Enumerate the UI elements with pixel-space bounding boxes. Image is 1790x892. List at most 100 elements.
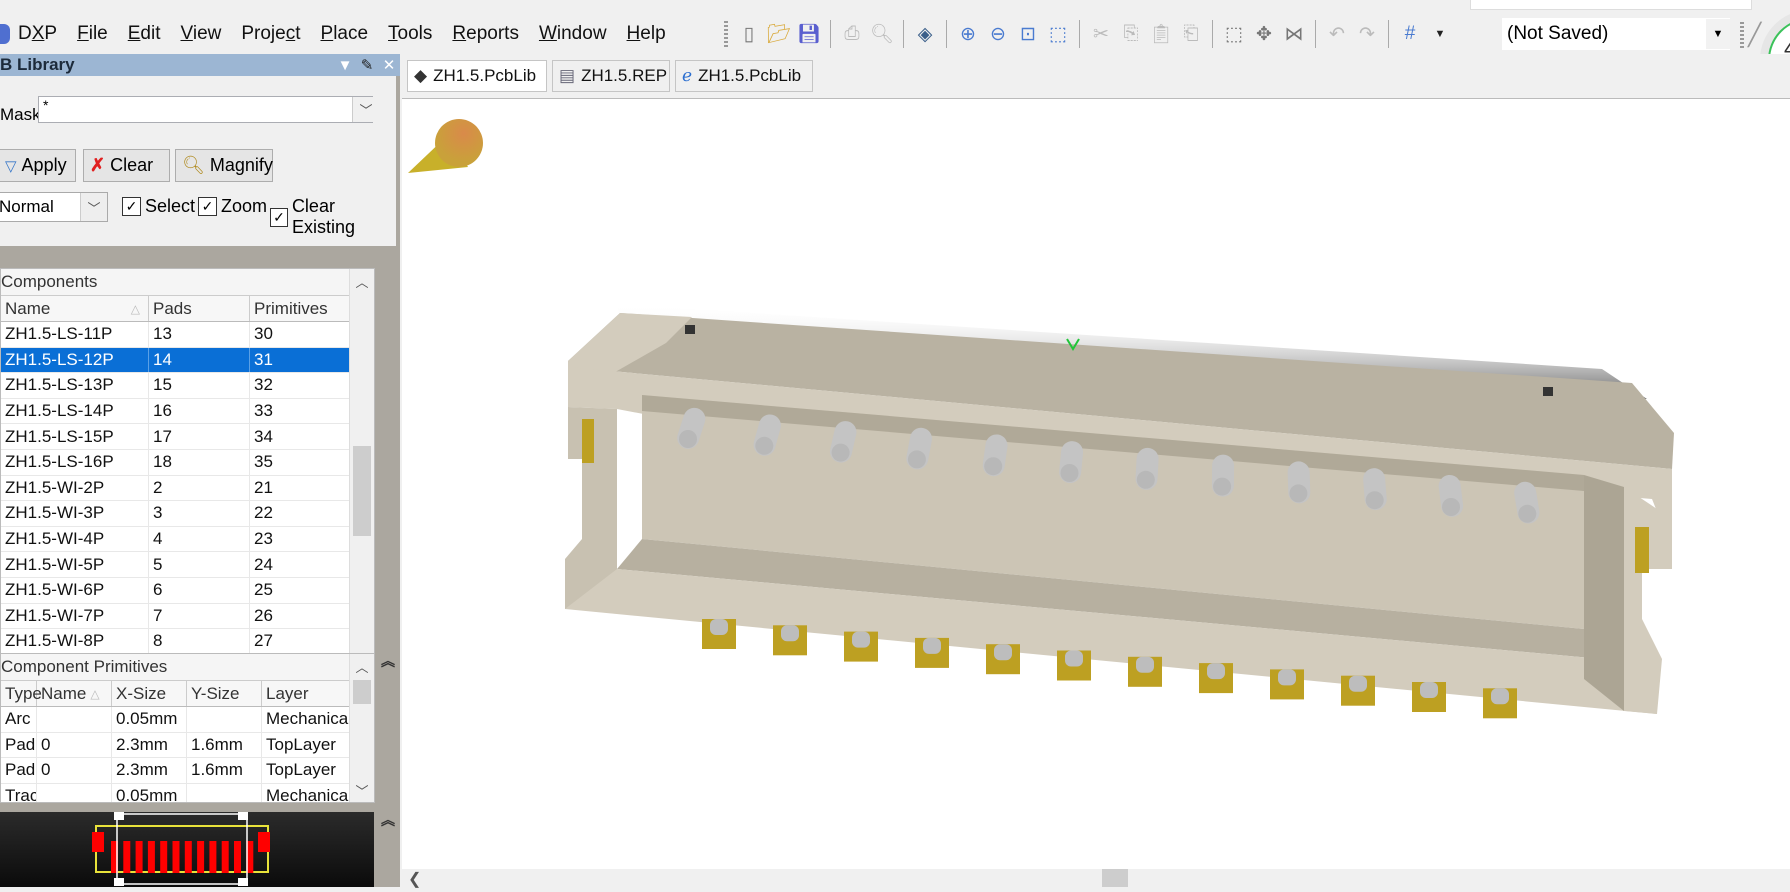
- menu-tools[interactable]: Tools: [378, 23, 442, 45]
- component-row[interactable]: ZH1.5-LS-11P 13 30: [1, 322, 351, 348]
- chevron-down-icon[interactable]: ▼: [1706, 19, 1730, 49]
- cut-icon[interactable]: ✂: [1086, 20, 1116, 48]
- copy-icon[interactable]: ⎘: [1116, 20, 1146, 48]
- clear-existing-checkbox[interactable]: ✓ Clear Existing: [270, 196, 396, 238]
- rubber-stamp-icon[interactable]: ⎗: [1176, 20, 1206, 48]
- primitives-scrollbar[interactable]: ︿ ﹀: [349, 654, 374, 802]
- grid-icon[interactable]: #: [1395, 20, 1425, 48]
- checkbox-clear-existing-box[interactable]: ✓: [270, 207, 288, 227]
- apply-button[interactable]: ▽ Apply: [0, 149, 76, 182]
- component-row[interactable]: ZH1.5-WI-2P 2 21: [1, 475, 351, 502]
- light-source-icon[interactable]: [408, 119, 483, 173]
- scroll-thumb[interactable]: [1102, 869, 1128, 887]
- 3d-viewport[interactable]: [402, 99, 1790, 869]
- corner-marker: [114, 812, 124, 820]
- save-icon[interactable]: 💾︎: [794, 20, 824, 48]
- primitive-row[interactable]: Track 0.05mm Mechanica: [1, 783, 351, 802]
- menu-edit[interactable]: Edit: [118, 23, 171, 45]
- open-folder-icon[interactable]: 📂︎: [764, 20, 794, 48]
- pin-icon[interactable]: ✎: [356, 56, 378, 74]
- paste-icon[interactable]: 📋︎: [1146, 20, 1176, 48]
- undo-icon[interactable]: ↶: [1322, 20, 1352, 48]
- column-header-type[interactable]: Type: [1, 681, 42, 706]
- select-area-icon[interactable]: ⬚: [1219, 20, 1249, 48]
- horizontal-scrollbar[interactable]: ❮: [402, 869, 1790, 889]
- primitive-row[interactable]: Pad 0 2.3mm 1.6mm TopLayer: [1, 758, 351, 784]
- column-header-pads[interactable]: Pads: [149, 296, 250, 321]
- component-row[interactable]: ZH1.5-LS-16P 18 35: [1, 449, 351, 476]
- menu-reports[interactable]: Reports: [442, 23, 529, 45]
- chevron-down-icon[interactable]: ﹀: [80, 193, 107, 221]
- footprint-pad: [160, 841, 168, 873]
- component-row[interactable]: ZH1.5-WI-8P 8 27: [1, 629, 351, 655]
- scroll-thumb[interactable]: [353, 446, 371, 536]
- clear-button[interactable]: ✗ Clear: [83, 149, 170, 182]
- primitive-row[interactable]: Pad 0 2.3mm 1.6mm TopLayer: [1, 732, 351, 759]
- footprint-preview[interactable]: [0, 812, 374, 887]
- menu-dxp[interactable]: DXP: [10, 23, 67, 45]
- scroll-up-icon[interactable]: ︿: [350, 269, 374, 293]
- column-header-ysize[interactable]: Y-Size: [187, 681, 262, 706]
- mask-dropdown-button[interactable]: ﹀: [352, 97, 379, 122]
- column-header-primname[interactable]: Name △: [37, 681, 112, 706]
- magnify-button[interactable]: 🔍︎ Magnify: [175, 149, 273, 182]
- scroll-thumb[interactable]: [353, 680, 371, 704]
- components-scrollbar[interactable]: ︿ ﹀: [349, 269, 374, 697]
- scroll-up-icon[interactable]: ︿: [350, 654, 374, 678]
- scroll-down-icon[interactable]: ﹀: [350, 778, 374, 802]
- zoom-checkbox[interactable]: ✓ Zoom: [198, 196, 267, 217]
- primitive-row[interactable]: Arc 0.05mm Mechanica: [1, 707, 351, 733]
- component-row[interactable]: ZH1.5-LS-12P 14 31: [1, 347, 351, 374]
- zoom-in-icon[interactable]: ⊕: [953, 20, 983, 48]
- menu-file[interactable]: File: [67, 23, 118, 45]
- column-header-name[interactable]: Name △: [1, 296, 149, 321]
- menu-project[interactable]: Project: [231, 23, 310, 45]
- footprint-pad: [209, 841, 217, 873]
- component-row[interactable]: ZH1.5-WI-4P 4 23: [1, 526, 351, 553]
- menu-place[interactable]: Place: [311, 23, 379, 45]
- 3d-view-icon[interactable]: ◈: [910, 20, 940, 48]
- menu-window[interactable]: Window: [529, 23, 617, 45]
- tab-pcblib[interactable]: ◆ ZH1.5.PcbLib: [407, 60, 547, 92]
- fit-document-icon[interactable]: ⊡: [1013, 20, 1043, 48]
- deselect-icon[interactable]: ⋈: [1279, 20, 1309, 48]
- mask-input[interactable]: *: [38, 96, 373, 123]
- checkbox-select-box[interactable]: ✓: [122, 197, 141, 216]
- top-right-field[interactable]: [1470, 0, 1752, 10]
- toolbar-grip[interactable]: [724, 21, 728, 47]
- component-row[interactable]: ZH1.5-LS-13P 15 32: [1, 373, 351, 399]
- print-icon[interactable]: ⎙: [837, 20, 867, 48]
- component-row[interactable]: ZH1.5-LS-15P 17 34: [1, 424, 351, 450]
- new-document-icon[interactable]: ▯: [734, 20, 764, 48]
- print-preview-icon[interactable]: 🔍︎: [867, 20, 897, 48]
- mode-select[interactable]: Normal ﹀: [0, 192, 108, 222]
- component-row[interactable]: ZH1.5-WI-5P 5 24: [1, 552, 351, 578]
- grid-dropdown-icon[interactable]: ▼: [1425, 20, 1455, 48]
- zoom-out-icon[interactable]: ⊖: [983, 20, 1013, 48]
- zoom-selection-icon[interactable]: ⬚: [1043, 20, 1073, 48]
- component-row[interactable]: ZH1.5-WI-6P 6 25: [1, 577, 351, 604]
- collapse-components-icon[interactable]: ︽: [377, 651, 399, 669]
- toolbar-grip[interactable]: [1740, 22, 1744, 48]
- column-header-xsize[interactable]: X-Size: [112, 681, 187, 706]
- clear-label: Clear: [110, 155, 154, 175]
- line-tool-icon[interactable]: ╱: [1748, 22, 1761, 48]
- tab-pcblib-report[interactable]: ℯ ZH1.5.PcbLib: [675, 60, 813, 92]
- component-row[interactable]: ZH1.5-WI-3P 3 22: [1, 501, 351, 527]
- column-header-primitives[interactable]: Primitives: [250, 296, 351, 321]
- redo-icon[interactable]: ↷: [1352, 20, 1382, 48]
- column-header-layer[interactable]: Layer: [262, 681, 351, 706]
- move-icon[interactable]: ✥: [1249, 20, 1279, 48]
- scroll-left-icon[interactable]: ❮: [408, 869, 421, 889]
- component-row[interactable]: ZH1.5-LS-14P 16 33: [1, 398, 351, 425]
- menu-help[interactable]: Help: [617, 23, 676, 45]
- panel-menu-icon[interactable]: ▼: [334, 57, 356, 74]
- close-icon[interactable]: ✕: [378, 56, 400, 74]
- view-config-select[interactable]: (Not Saved) ▼: [1502, 18, 1730, 50]
- menu-view[interactable]: View: [171, 23, 232, 45]
- tab-rep[interactable]: ▤ ZH1.5.REP: [552, 60, 670, 92]
- select-checkbox[interactable]: ✓ Select: [122, 196, 195, 217]
- collapse-preview-icon[interactable]: ︽: [377, 810, 399, 828]
- component-row[interactable]: ZH1.5-WI-7P 7 26: [1, 603, 351, 630]
- checkbox-zoom-box[interactable]: ✓: [198, 197, 217, 216]
